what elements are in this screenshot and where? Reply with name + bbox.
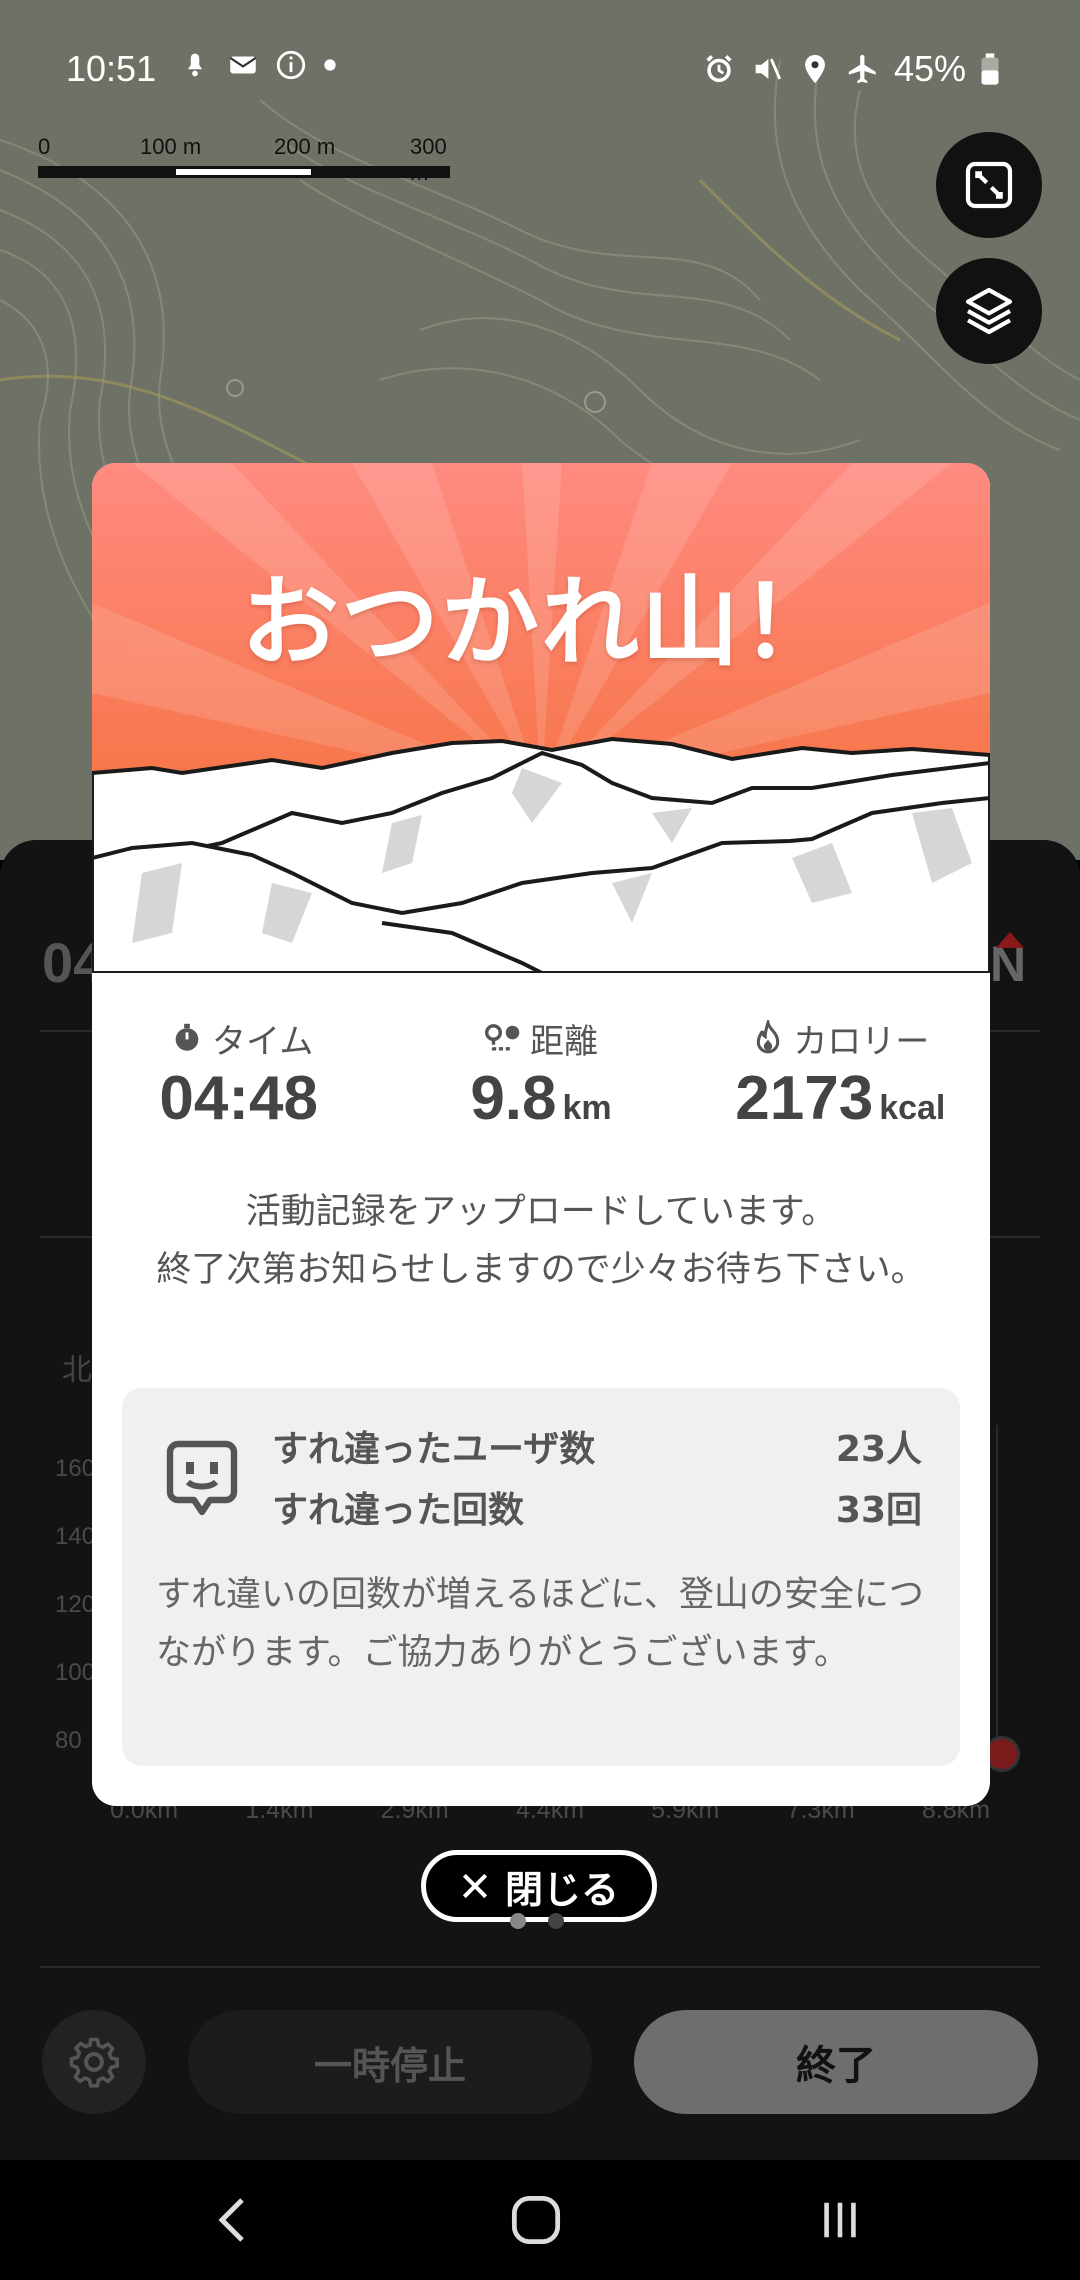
battery-icon <box>981 53 999 85</box>
info-icon <box>276 50 306 80</box>
pass-count-label: すれ違った回数 <box>272 1490 525 1531</box>
airplane-icon <box>848 54 876 84</box>
stat-calories: カロリー 2173 kcal <box>691 1015 990 1134</box>
battery-percentage: 45% <box>893 48 966 89</box>
scale-label: 200 m <box>274 134 336 159</box>
elevation-axis-labels: 160 140 120 100 80 <box>55 1455 95 1795</box>
users-passed-label: すれ違ったユーザ数 <box>272 1429 596 1470</box>
stat-time: タイム 04:48 <box>92 1015 391 1134</box>
recents-icon <box>824 2202 856 2238</box>
location-icon <box>805 54 825 84</box>
stat-value: 04:48 <box>159 1064 318 1133</box>
dot-icon <box>324 59 336 71</box>
fit-map-button[interactable] <box>936 132 1042 238</box>
page-dot <box>510 1913 526 1929</box>
home-icon <box>511 2195 561 2245</box>
close-button[interactable]: 閉じる <box>421 1850 657 1922</box>
pause-button[interactable]: 一時停止 <box>188 2010 592 2114</box>
close-label: 閉じる <box>504 1867 619 1912</box>
notification-icon <box>187 53 203 77</box>
end-button[interactable]: 終了 <box>634 2010 1038 2114</box>
route-icon <box>485 1024 520 1051</box>
close-icon <box>462 1873 488 1899</box>
scale-label: 100 m <box>140 134 202 159</box>
completion-dialog: おつかれ山！ タイム 04:48 距離 9.8 km カロリー 2173 kcal … <box>92 463 990 1806</box>
scale-track <box>38 166 450 178</box>
users-passed-value: 23人 <box>835 1429 922 1470</box>
mute-icon <box>755 58 781 80</box>
chart-axis <box>996 1425 998 1755</box>
stat-distance: 距離 9.8 km <box>391 1015 690 1134</box>
gear-icon <box>69 2037 119 2088</box>
settings-button[interactable] <box>42 2010 146 2114</box>
scale-segment <box>41 169 176 175</box>
map-scale-bar: 0 100 m 200 m 300 m <box>38 134 458 185</box>
chat-face-icon <box>166 1440 238 1516</box>
y-label: 120 <box>55 1591 96 1618</box>
upload-message-line-1: 活動記録をアップロードしています。 <box>245 1192 837 1232</box>
compass-arrow-icon <box>996 932 1024 948</box>
page-dot <box>548 1913 564 1929</box>
map-layers-button[interactable] <box>936 258 1042 364</box>
pass-count-value: 33回 <box>835 1490 922 1531</box>
y-label: 140 <box>55 1523 96 1550</box>
divider <box>40 1966 1040 1968</box>
stopwatch-icon <box>175 1023 199 1051</box>
upload-message-line-2: 終了次第お知らせしますので少々お待ち下さい。 <box>156 1250 926 1290</box>
upload-status-message: 活動記録をアップロードしています。 終了次第お知らせしますので少々お待ち下さい。 <box>142 1183 940 1299</box>
page-indicator <box>510 1913 564 1929</box>
alarm-icon <box>706 54 732 83</box>
mail-icon <box>229 56 257 74</box>
encounter-summary: すれ違ったユーザ数 23人 すれ違った回数 33回 すれ違いの回数が増えるほどに… <box>122 1388 960 1766</box>
stat-label: タイム <box>212 1021 314 1062</box>
stat-value: 2173 <box>735 1064 874 1133</box>
chart-title-partial: 北 <box>62 1354 92 1387</box>
y-label: 80 <box>55 1727 82 1754</box>
stat-label: カロリー <box>793 1021 930 1062</box>
y-label: 100 <box>55 1659 96 1686</box>
back-button[interactable] <box>194 2180 274 2260</box>
stat-value: 9.8 <box>470 1064 557 1133</box>
scale-label: 0 <box>38 134 51 159</box>
flame-icon <box>757 1020 780 1054</box>
home-button[interactable] <box>496 2180 576 2260</box>
layers-icon <box>965 287 1013 335</box>
back-icon <box>218 2198 244 2242</box>
y-label: 160 <box>55 1455 96 1482</box>
encounter-note: すれ違いの回数が増えるほどに、登山の安全につながります。ご協力ありがとうございま… <box>156 1575 924 1673</box>
system-navigation-bar <box>0 2160 1080 2280</box>
stat-unit: kcal <box>879 1089 946 1127</box>
mountain-illustration <box>92 463 990 973</box>
status-time: 10:51 <box>66 48 157 89</box>
completion-title: おつかれ山！ <box>240 566 841 680</box>
activity-stats: タイム 04:48 距離 9.8 km カロリー 2173 kcal <box>92 1015 990 1134</box>
scale-segment <box>311 169 447 175</box>
stat-unit: km <box>562 1089 612 1127</box>
scale-label: 300 m <box>410 134 447 185</box>
fit-screen-icon <box>965 161 1013 209</box>
status-bar: 10:51 45% <box>0 40 1080 100</box>
stat-label: 距離 <box>529 1021 598 1062</box>
recents-button[interactable] <box>800 2180 880 2260</box>
